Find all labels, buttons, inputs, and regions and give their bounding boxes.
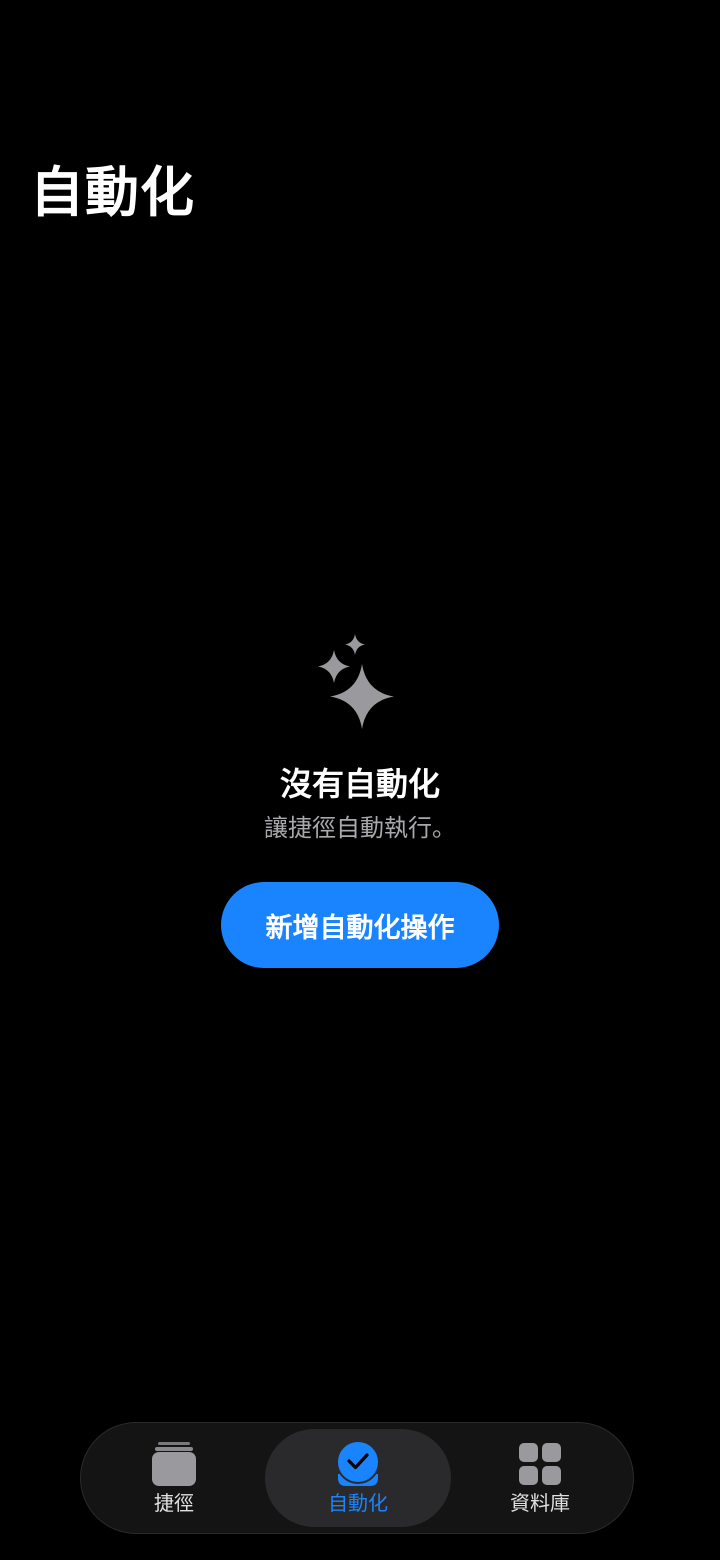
automation-screen: 自動化 沒有自動化 讓捷徑自動執行。 新增自動化操作 捷徑 自動化 資料庫 — [0, 0, 720, 1560]
tab-automation[interactable]: 自動化 — [265, 1429, 451, 1527]
tab-library[interactable]: 資料庫 — [447, 1429, 633, 1527]
empty-state-title: 沒有自動化 — [279, 765, 440, 803]
automation-check-icon — [336, 1440, 380, 1486]
sparkles-icon — [318, 634, 394, 729]
tab-library-label: 資料庫 — [510, 1491, 570, 1515]
page-title: 自動化 — [30, 161, 195, 224]
tab-bar: 捷徑 自動化 資料庫 — [80, 1422, 634, 1534]
tab-shortcuts-label: 捷徑 — [154, 1491, 194, 1515]
tab-shortcuts[interactable]: 捷徑 — [81, 1429, 267, 1527]
add-automation-button[interactable]: 新增自動化操作 — [221, 882, 499, 968]
shortcuts-stack-icon — [152, 1442, 196, 1486]
empty-state: 沒有自動化 讓捷徑自動執行。 新增自動化操作 — [0, 630, 720, 968]
tab-automation-label: 自動化 — [328, 1491, 388, 1515]
empty-state-subtitle: 讓捷徑自動執行。 — [264, 814, 456, 842]
gallery-grid-icon — [519, 1443, 561, 1485]
